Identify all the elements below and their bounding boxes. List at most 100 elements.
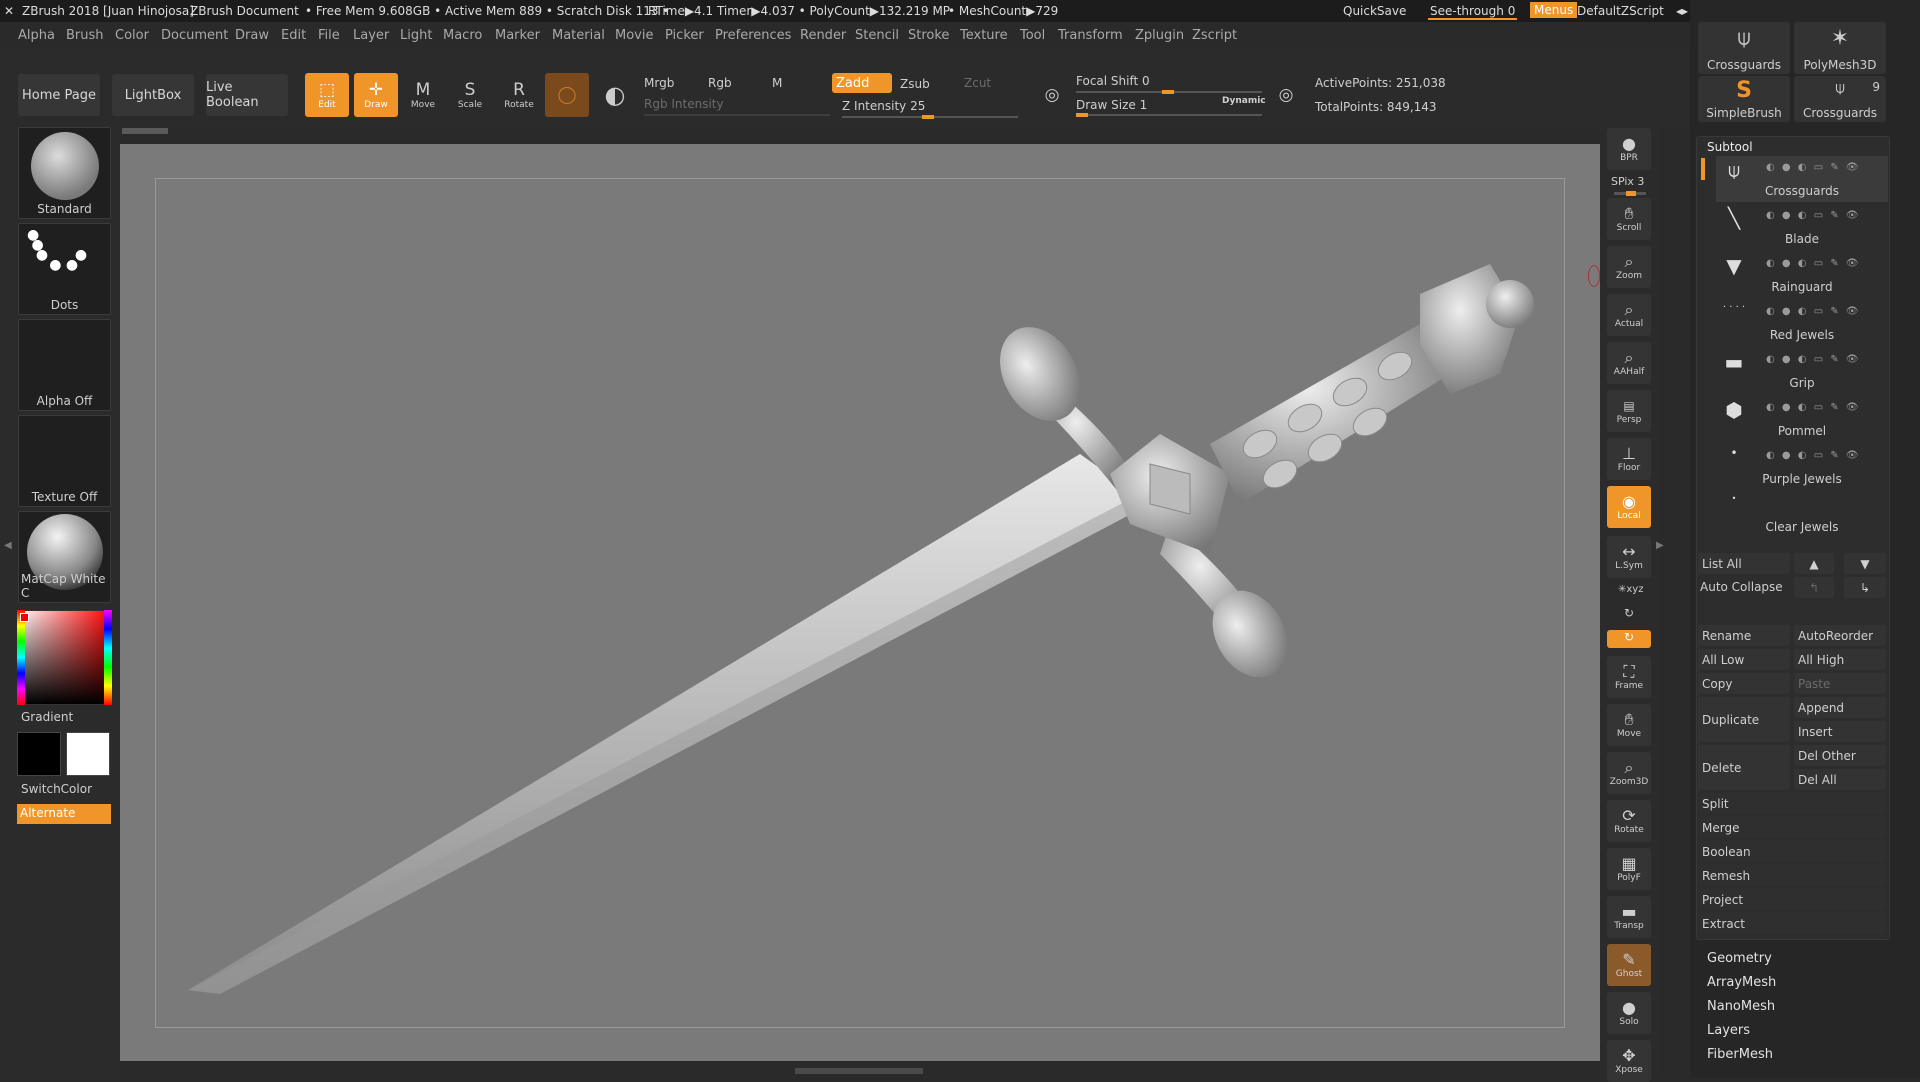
- draw-button[interactable]: ✛ Draw: [354, 73, 398, 117]
- subtool-toggles[interactable]: ◐ ● ◐ ▭ ✎ 👁︎: [1766, 354, 1861, 365]
- alternate-button[interactable]: Alternate: [17, 804, 111, 824]
- menu-brush[interactable]: Brush: [66, 28, 104, 43]
- menu-edit[interactable]: Edit: [281, 28, 306, 43]
- project-menu[interactable]: Project: [1698, 889, 1886, 910]
- edit-button[interactable]: ⬚ Edit: [305, 73, 349, 117]
- scale-button[interactable]: S Scale: [448, 73, 492, 117]
- dynamic-toggle[interactable]: Dynamic: [1222, 96, 1266, 106]
- lightbox-button[interactable]: LightBox: [112, 74, 194, 116]
- menu-marker[interactable]: Marker: [495, 28, 540, 43]
- move-up-icon[interactable]: ↰: [1794, 577, 1834, 598]
- seethrough-slider[interactable]: See-through 0: [1428, 4, 1518, 20]
- color-mode-button[interactable]: ◐: [593, 73, 637, 117]
- menu-draw[interactable]: Draw: [235, 28, 269, 43]
- material-slot[interactable]: MatCap White C: [18, 511, 111, 603]
- subtool-toggles[interactable]: ◐ ● ◐ ▭ ✎ 👁︎: [1766, 162, 1861, 173]
- xyz-axis-icon[interactable]: ✳︎xyz: [1618, 584, 1643, 595]
- sword-model[interactable]: [120, 144, 1600, 1061]
- floor-button[interactable]: ⊥ Floor: [1607, 438, 1651, 480]
- zoom-button[interactable]: ⌕ Zoom: [1607, 246, 1651, 288]
- subtool-row-rainguard[interactable]: ▼ ◐ ● ◐ ▭ ✎ 👁︎ Rainguard: [1716, 252, 1888, 298]
- menu-file[interactable]: File: [318, 28, 340, 43]
- boolean-menu[interactable]: Boolean: [1698, 841, 1886, 862]
- shelf-drag-handle[interactable]: [122, 128, 168, 134]
- ghost-button[interactable]: ✎ Ghost: [1607, 944, 1651, 986]
- tool-thumb-crossguards-active[interactable]: ⍦ 9 Crossguards: [1794, 76, 1886, 122]
- local-button[interactable]: ◉ Local: [1607, 486, 1651, 528]
- delete-button[interactable]: Delete: [1698, 745, 1790, 790]
- z-intensity-slider[interactable]: Z Intensity 25: [842, 99, 925, 113]
- duplicate-button[interactable]: Duplicate: [1698, 697, 1790, 742]
- menu-document[interactable]: Document: [161, 28, 228, 43]
- arrow-down-icon[interactable]: ▼: [1844, 553, 1886, 574]
- autoreorder-button[interactable]: AutoReorder: [1794, 625, 1886, 646]
- subtool-row-pommel[interactable]: ⬢ ◐ ● ◐ ▭ ✎ 👁︎ Pommel: [1716, 396, 1888, 442]
- all-high-button[interactable]: All High: [1794, 649, 1886, 670]
- subtool-row-clear-jewels[interactable]: • Clear Jewels: [1716, 492, 1888, 538]
- subtool-row-blade[interactable]: ╲ ◐ ● ◐ ▭ ✎ 👁︎ Blade: [1716, 204, 1888, 250]
- nanomesh-menu[interactable]: NanoMesh: [1707, 999, 1775, 1014]
- draw-size-knob[interactable]: [1076, 113, 1088, 117]
- rename-button[interactable]: Rename: [1698, 625, 1790, 646]
- subtool-row-purple-jewels[interactable]: • ◐ ● ◐ ▭ ✎ 👁︎ Purple Jewels: [1716, 444, 1888, 490]
- material-mode-button[interactable]: ◯: [545, 73, 589, 117]
- auto-collapse-button[interactable]: Auto Collapse: [1700, 580, 1783, 594]
- left-collapse-icon[interactable]: ◀: [4, 540, 12, 551]
- focal-shift-s-button[interactable]: ◎: [1030, 73, 1074, 117]
- alpha-slot[interactable]: Alpha Off: [18, 319, 111, 411]
- rotate-view-button[interactable]: ⟳ Rotate: [1607, 800, 1651, 842]
- spix-knob[interactable]: [1626, 191, 1636, 196]
- subtool-row-crossguards[interactable]: ⍦ ◐ ● ◐ ▭ ✎ 👁︎ Crossguards: [1716, 156, 1888, 202]
- focal-shift-knob[interactable]: [1162, 90, 1174, 94]
- aahalf-button[interactable]: ⌕ AAHalf: [1607, 342, 1651, 384]
- menu-movie[interactable]: Movie: [615, 28, 653, 43]
- tool-thumb-crossguards[interactable]: ⍦ Crossguards: [1698, 22, 1790, 74]
- texture-slot[interactable]: Texture Off: [18, 415, 111, 507]
- main-color-swatch[interactable]: [66, 732, 110, 776]
- menu-picker[interactable]: Picker: [665, 28, 704, 43]
- color-picker[interactable]: [17, 610, 112, 705]
- z-intensity-knob[interactable]: [922, 115, 934, 119]
- extract-menu[interactable]: Extract: [1698, 913, 1886, 934]
- menu-texture[interactable]: Texture: [960, 28, 1008, 43]
- all-low-button[interactable]: All Low: [1698, 649, 1790, 670]
- menu-tool[interactable]: Tool: [1020, 28, 1045, 43]
- zsub-button[interactable]: Zsub: [900, 77, 930, 91]
- subtool-toggles[interactable]: ◐ ● ◐ ▭ ✎ 👁︎: [1766, 402, 1861, 413]
- zcut-button[interactable]: Zcut: [964, 76, 991, 90]
- frame-button[interactable]: ⛶ Frame: [1607, 656, 1651, 698]
- draw-size-slider[interactable]: Draw Size 1: [1076, 98, 1147, 112]
- transp-button[interactable]: ▬ Transp: [1607, 896, 1651, 938]
- menu-layer[interactable]: Layer: [353, 28, 389, 43]
- menu-render[interactable]: Render: [800, 28, 846, 43]
- subtool-toggles[interactable]: ◐ ● ◐ ▭ ✎ 👁︎: [1766, 306, 1861, 317]
- brush-slot[interactable]: Standard: [18, 127, 111, 219]
- actual-button[interactable]: ⌕ Actual: [1607, 294, 1651, 336]
- focal-shift-slider[interactable]: Focal Shift 0: [1076, 74, 1150, 88]
- split-menu[interactable]: Split: [1698, 793, 1886, 814]
- switchcolor-button[interactable]: SwitchColor: [21, 782, 92, 796]
- spix-slider[interactable]: SPix 3: [1611, 175, 1644, 188]
- menu-light[interactable]: Light: [400, 28, 432, 43]
- bottom-shelf-handle[interactable]: [795, 1068, 923, 1074]
- scroll-button[interactable]: ✋︎ Scroll: [1607, 198, 1651, 240]
- move-down-icon[interactable]: ↳: [1844, 577, 1886, 598]
- layers-menu[interactable]: Layers: [1707, 1023, 1750, 1038]
- hue-strip-right[interactable]: [104, 610, 112, 705]
- menu-zscript[interactable]: Zscript: [1192, 28, 1237, 43]
- persp-button[interactable]: ▤ Persp: [1607, 390, 1651, 432]
- move-button[interactable]: M Move: [401, 73, 445, 117]
- menu-preferences[interactable]: Preferences: [715, 28, 791, 43]
- quicksave-button[interactable]: QuickSave: [1343, 4, 1406, 18]
- zoom3d-button[interactable]: ⌕ Zoom3D: [1607, 752, 1651, 794]
- menu-transform[interactable]: Transform: [1058, 28, 1123, 43]
- arraymesh-menu[interactable]: ArrayMesh: [1707, 975, 1776, 990]
- subtool-toggles[interactable]: ◐ ● ◐ ▭ ✎ 👁︎: [1766, 210, 1861, 221]
- move-view-button[interactable]: ✋︎ Move: [1607, 704, 1651, 746]
- subtool-title[interactable]: Subtool: [1707, 140, 1753, 154]
- secondary-color-swatch[interactable]: [17, 732, 61, 776]
- list-all-button[interactable]: List All: [1698, 553, 1790, 574]
- stroke-slot[interactable]: ● ● ● ● ● ● Dots: [18, 223, 111, 315]
- geometry-menu[interactable]: Geometry: [1707, 951, 1772, 966]
- focal-shift-d-button[interactable]: ◎: [1264, 73, 1308, 117]
